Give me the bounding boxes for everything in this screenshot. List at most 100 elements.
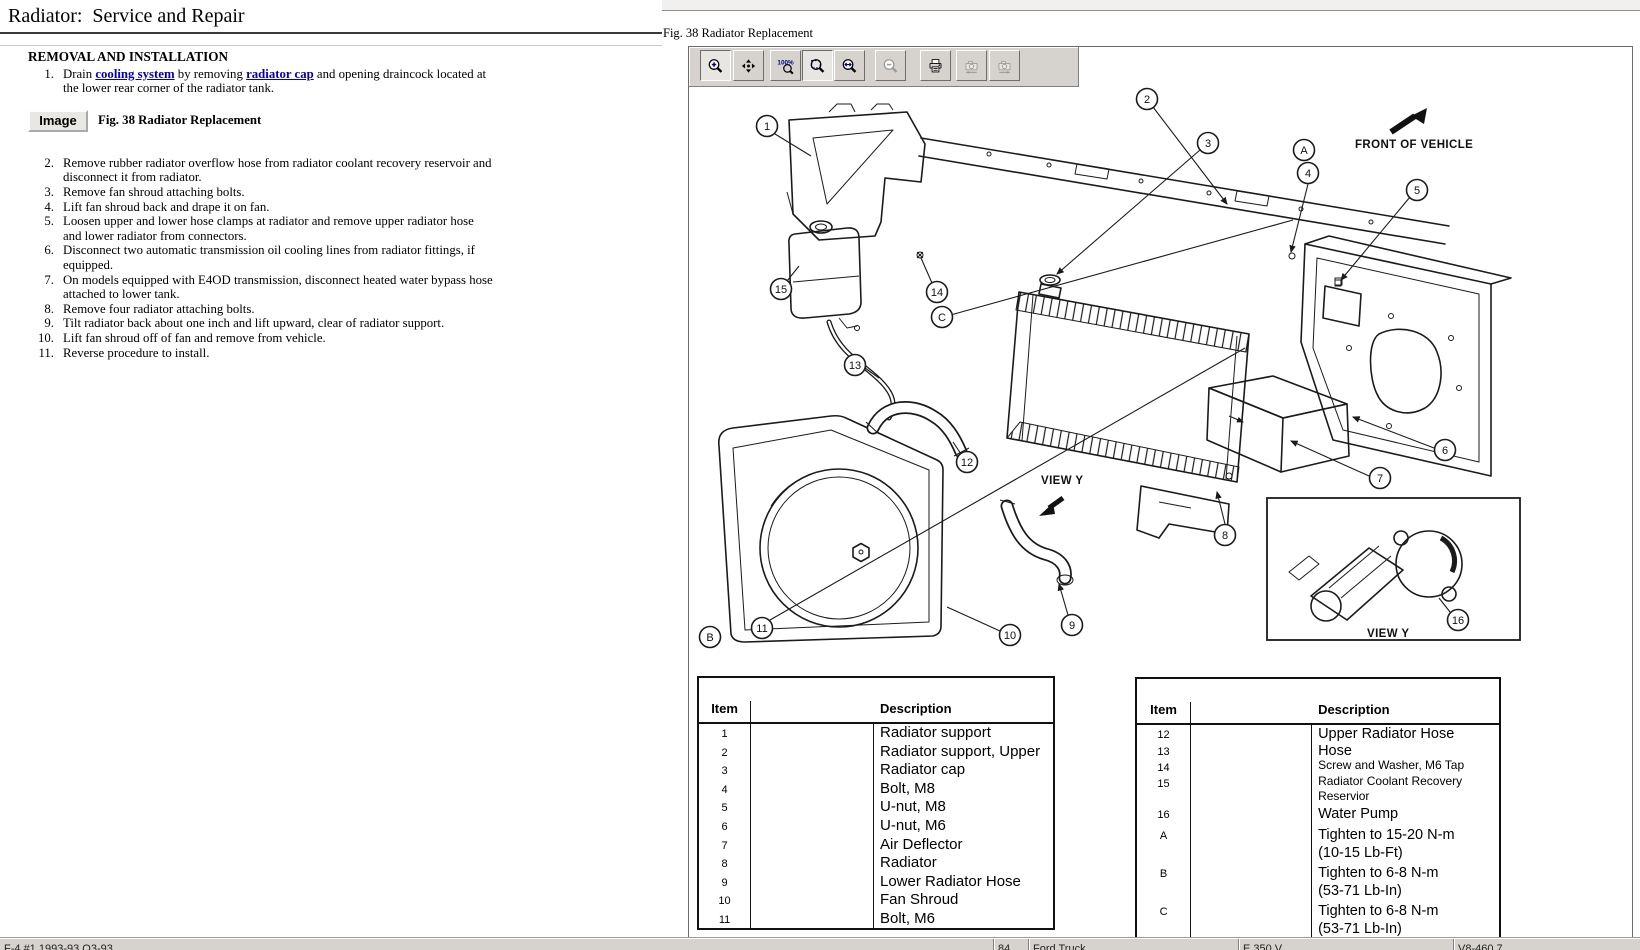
step-text: On models equipped with E4OD transmissio…	[63, 273, 495, 302]
empty-cell	[751, 724, 874, 743]
view-y-label: VIEW Y	[1041, 475, 1083, 487]
step-number: 10.	[28, 331, 63, 346]
callout-5: 5	[1407, 180, 1428, 201]
step-6: 6.Disconnect two automatic transmission …	[28, 243, 508, 272]
callout-8: 8	[1215, 525, 1236, 546]
table-row: 7 Air Deflector	[699, 836, 1053, 855]
description-cell: Bolt, M8	[874, 780, 1053, 799]
step-text: Lift fan shroud back and drape it on fan…	[63, 200, 495, 215]
step-8: 8.Remove four radiator attaching bolts.	[28, 302, 508, 317]
empty-cell	[1191, 805, 1312, 826]
svg-text:8: 8	[1222, 530, 1228, 542]
svg-text:9: 9	[1069, 620, 1075, 632]
zoom-100-icon: 100%	[777, 55, 794, 77]
description-cell: Upper Radiator Hose	[1312, 725, 1499, 742]
figure-pane-title: Fig. 38 Radiator Replacement	[663, 26, 813, 41]
fit-page-button[interactable]	[802, 50, 833, 81]
zoom-100-button[interactable]: 100%	[770, 50, 801, 81]
next-image-button[interactable]	[989, 50, 1020, 81]
step-text-fragment: Drain	[63, 67, 95, 81]
callout-14: 14	[927, 282, 948, 303]
status-text: E 350 V	[1243, 943, 1282, 950]
svg-text:4: 4	[1305, 168, 1311, 180]
callout-4: 4	[1298, 163, 1319, 184]
item-cell: 9	[699, 873, 751, 892]
step-10: 10.Lift fan shroud off of fan and remove…	[28, 331, 508, 346]
table-row: 6U-nut, M6	[699, 817, 1053, 836]
next-image-icon	[996, 55, 1013, 77]
svg-text:15: 15	[775, 284, 787, 296]
svg-text:13: 13	[849, 360, 861, 372]
item-cell: 5	[699, 798, 751, 817]
step-number: 4.	[28, 200, 63, 215]
description-cell: Radiator cap	[874, 761, 1053, 780]
pan-icon	[740, 55, 757, 77]
pan-button[interactable]	[733, 50, 764, 81]
description-cell: Air Deflector	[874, 836, 1053, 855]
empty-cell	[1191, 864, 1312, 902]
figure-panel: 100%	[688, 46, 1633, 938]
fit-width-button[interactable]	[834, 50, 865, 81]
bolt	[1289, 253, 1295, 259]
step-number: 11.	[28, 346, 63, 361]
step-text: Loosen upper and lower hose clamps at ra…	[63, 214, 495, 243]
empty-cell	[751, 891, 874, 910]
description-cell: U-nut, M8	[874, 798, 1053, 817]
item-cell: C	[1137, 902, 1191, 938]
description-cell: U-nut, M6	[874, 817, 1053, 836]
zoom-in-button[interactable]	[700, 50, 731, 81]
image-button[interactable]: Image	[28, 110, 88, 132]
svg-text:10: 10	[1004, 630, 1016, 642]
radiator	[1007, 275, 1249, 482]
radiator-cap-link[interactable]: radiator cap	[246, 67, 314, 81]
page-title: Radiator: Service and Repair	[8, 5, 245, 28]
right-support-panel	[1301, 236, 1511, 476]
step-text: Disconnect two automatic transmission oi…	[63, 243, 495, 272]
table-row: BTighten to 6-8 N-m (53-71 Lb-In)	[1137, 864, 1499, 902]
print-button[interactable]	[920, 50, 951, 81]
callout-7: 7	[1370, 468, 1391, 489]
table-row: 12Upper Radiator Hose	[1137, 725, 1499, 742]
description-cell: Bolt, M6	[874, 910, 1053, 929]
item-cell: 7	[699, 836, 751, 855]
service-manual-window: Radiator: Service and Repair Fig. 38 Rad…	[0, 0, 1640, 950]
status-segment: 84	[993, 939, 1028, 950]
leader-line	[770, 348, 1245, 620]
empty-cell	[1191, 774, 1312, 805]
print-icon	[927, 55, 944, 77]
description-cell: Radiator Coolant Recovery Reservior	[1312, 774, 1499, 805]
callout-16: 16	[1448, 610, 1469, 631]
empty-cell	[751, 761, 874, 780]
step-text: Drain cooling system by removing radiato…	[63, 67, 495, 96]
cooling-system-link[interactable]: cooling system	[95, 67, 174, 81]
image-toolbar: 100%	[689, 47, 1079, 87]
description-cell: Lower Radiator Hose	[874, 873, 1053, 892]
description-cell: Radiator	[874, 854, 1053, 873]
empty-cell	[751, 854, 874, 873]
status-text: V8-460 7	[1458, 943, 1503, 950]
zoom-out-button[interactable]	[875, 50, 906, 81]
leader-line	[947, 220, 1293, 316]
callout-B: B	[700, 627, 721, 648]
empty-cell	[751, 743, 874, 762]
callout-3: 3	[1198, 133, 1219, 154]
view-y-inset: VIEW Y	[1267, 498, 1520, 640]
item-cell: 1	[699, 724, 751, 743]
item-cell: 10	[699, 891, 751, 910]
view-y-marker: VIEW Y	[1039, 475, 1083, 516]
radiator-support-upper	[919, 138, 1449, 244]
title-divider-light	[0, 45, 662, 46]
empty-cell	[1191, 902, 1312, 938]
callout-2: 2	[1137, 89, 1158, 110]
description-cell: Screw and Washer, M6 Tap	[1312, 758, 1499, 774]
prev-image-button[interactable]	[956, 50, 987, 81]
callout-6: 6	[1435, 440, 1456, 461]
empty-cell	[751, 798, 874, 817]
procedure-text: REMOVAL AND INSTALLATION 1. Drain coolin…	[28, 50, 508, 360]
step-11: 11.Reverse procedure to install.	[28, 346, 508, 361]
item-cell: A	[1137, 826, 1191, 864]
step-text: Remove four radiator attaching bolts.	[63, 302, 495, 317]
step-text: Reverse procedure to install.	[63, 346, 495, 361]
fit-width-icon	[841, 55, 858, 77]
table-row: CTighten to 6-8 N-m (53-71 Lb-In)	[1137, 902, 1499, 938]
